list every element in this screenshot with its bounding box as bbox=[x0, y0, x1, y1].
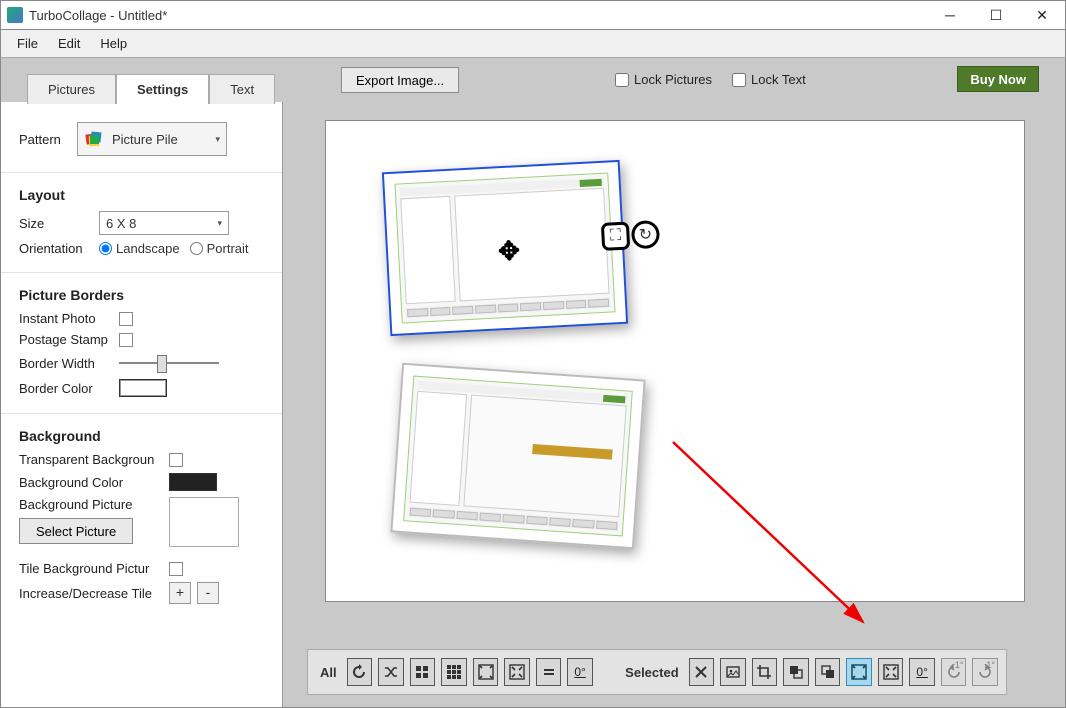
border-width-slider[interactable] bbox=[119, 353, 219, 373]
expand-handle[interactable]: ⛶ bbox=[601, 221, 630, 250]
zero-deg-sel-icon[interactable]: 0° bbox=[909, 658, 935, 686]
collage-item-selected[interactable]: ✥ ⛶ ↻ bbox=[382, 160, 628, 336]
fill-sel-icon[interactable] bbox=[878, 658, 904, 686]
main-area: Pattern Picture Pile ▾ Layout Size 6 X 8… bbox=[0, 102, 1066, 708]
tab-pictures[interactable]: Pictures bbox=[27, 74, 116, 104]
pattern-label: Pattern bbox=[19, 132, 77, 147]
zero-deg-icon[interactable]: 0° bbox=[567, 658, 593, 686]
bottom-toolbar: All 0° Selected 0° 1° 1° bbox=[307, 649, 1007, 695]
chevron-down-icon: ▾ bbox=[215, 134, 220, 145]
borders-header: Picture Borders bbox=[19, 287, 264, 303]
selected-group-label: Selected bbox=[625, 665, 678, 680]
tool-row: Pictures Settings Text Export Image... L… bbox=[0, 57, 1066, 102]
fill-icon[interactable] bbox=[504, 658, 530, 686]
border-width-label: Border Width bbox=[19, 356, 119, 371]
menu-file[interactable]: File bbox=[7, 32, 48, 55]
menu-bar: File Edit Help bbox=[0, 30, 1066, 57]
pattern-dropdown[interactable]: Picture Pile ▾ bbox=[77, 122, 227, 156]
orientation-landscape[interactable]: Landscape bbox=[99, 241, 180, 256]
equals-icon[interactable] bbox=[536, 658, 562, 686]
rotate-handle[interactable]: ↻ bbox=[631, 220, 660, 249]
title-bar: TurboCollage - Untitled* ─ ☐ ✕ bbox=[0, 0, 1066, 30]
rotate-cw-icon[interactable]: 1° bbox=[972, 658, 998, 686]
tabs: Pictures Settings Text bbox=[27, 71, 275, 101]
size-label: Size bbox=[19, 216, 99, 231]
select-picture-button[interactable]: Select Picture bbox=[19, 518, 133, 544]
window-title: TurboCollage - Untitled* bbox=[29, 8, 927, 23]
menu-edit[interactable]: Edit bbox=[48, 32, 90, 55]
buy-now-button[interactable]: Buy Now bbox=[957, 66, 1039, 92]
rotate-icon[interactable] bbox=[347, 658, 373, 686]
maximize-button[interactable]: ☐ bbox=[973, 1, 1019, 29]
pattern-section: Pattern Picture Pile ▾ bbox=[1, 102, 282, 173]
fit-sel-icon[interactable] bbox=[846, 658, 872, 686]
menu-help[interactable]: Help bbox=[90, 32, 137, 55]
orientation-label: Orientation bbox=[19, 241, 99, 256]
close-button[interactable]: ✕ bbox=[1019, 1, 1065, 29]
collage-item[interactable] bbox=[390, 363, 645, 550]
tile-bg-checkbox[interactable] bbox=[169, 562, 183, 576]
lock-text-label: Lock Text bbox=[751, 72, 806, 87]
bg-picture-thumbnail[interactable] bbox=[169, 497, 239, 547]
postage-stamp-label: Postage Stamp bbox=[19, 332, 119, 347]
decrease-tile-button[interactable]: - bbox=[197, 582, 219, 604]
orientation-radios: Landscape Portrait bbox=[99, 241, 249, 256]
close-icon[interactable] bbox=[689, 658, 715, 686]
shuffle-icon[interactable] bbox=[378, 658, 404, 686]
lock-text-checkbox[interactable]: Lock Text bbox=[732, 72, 806, 87]
layout-header: Layout bbox=[19, 187, 264, 203]
transparent-bg-checkbox[interactable] bbox=[169, 453, 183, 467]
minimize-button[interactable]: ─ bbox=[927, 1, 973, 29]
rotate-ccw-icon[interactable]: 1° bbox=[941, 658, 967, 686]
grid9-icon[interactable] bbox=[441, 658, 467, 686]
background-header: Background bbox=[19, 428, 264, 444]
instant-photo-label: Instant Photo bbox=[19, 311, 119, 326]
grid4-icon[interactable] bbox=[410, 658, 436, 686]
export-image-button[interactable]: Export Image... bbox=[341, 67, 459, 93]
fit-icon[interactable] bbox=[473, 658, 499, 686]
tab-text[interactable]: Text bbox=[209, 74, 275, 104]
tile-bg-label: Tile Background Pictur bbox=[19, 561, 169, 576]
chevron-down-icon: ▾ bbox=[217, 218, 222, 229]
send-back-icon[interactable] bbox=[783, 658, 809, 686]
increase-tile-button[interactable]: + bbox=[169, 582, 191, 604]
layout-section: Layout Size 6 X 8 ▾ Orientation Landscap… bbox=[1, 173, 282, 273]
bring-front-icon[interactable] bbox=[815, 658, 841, 686]
settings-panel: Pattern Picture Pile ▾ Layout Size 6 X 8… bbox=[1, 102, 283, 707]
picture-pile-icon bbox=[84, 129, 104, 149]
tab-settings[interactable]: Settings bbox=[116, 74, 209, 104]
bg-color-swatch[interactable] bbox=[169, 473, 217, 491]
all-group-label: All bbox=[320, 665, 337, 680]
borders-section: Picture Borders Instant Photo Postage St… bbox=[1, 273, 282, 414]
size-value: 6 X 8 bbox=[106, 216, 136, 231]
lock-controls: Lock Pictures Lock Text bbox=[615, 72, 806, 87]
orientation-portrait[interactable]: Portrait bbox=[190, 241, 249, 256]
postage-stamp-checkbox[interactable] bbox=[119, 333, 133, 347]
border-color-label: Border Color bbox=[19, 381, 119, 396]
inc-dec-tile-label: Increase/Decrease Tile bbox=[19, 586, 169, 601]
app-icon bbox=[7, 7, 23, 23]
border-color-swatch[interactable] bbox=[119, 379, 167, 397]
move-cursor-icon: ✥ bbox=[497, 235, 520, 267]
collage-canvas[interactable]: ✥ ⛶ ↻ bbox=[325, 120, 1025, 602]
transparent-bg-label: Transparent Backgroun bbox=[19, 452, 169, 467]
image-icon[interactable] bbox=[720, 658, 746, 686]
crop-icon[interactable] bbox=[752, 658, 778, 686]
canvas-area: ✥ ⛶ ↻ bbox=[283, 102, 1065, 707]
instant-photo-checkbox[interactable] bbox=[119, 312, 133, 326]
bg-color-label: Background Color bbox=[19, 475, 169, 490]
bg-picture-label: Background Picture bbox=[19, 497, 169, 512]
size-dropdown[interactable]: 6 X 8 ▾ bbox=[99, 211, 229, 235]
lock-pictures-label: Lock Pictures bbox=[634, 72, 712, 87]
background-section: Background Transparent Backgroun Backgro… bbox=[1, 414, 282, 620]
lock-pictures-checkbox[interactable]: Lock Pictures bbox=[615, 72, 712, 87]
pattern-value: Picture Pile bbox=[112, 132, 207, 147]
